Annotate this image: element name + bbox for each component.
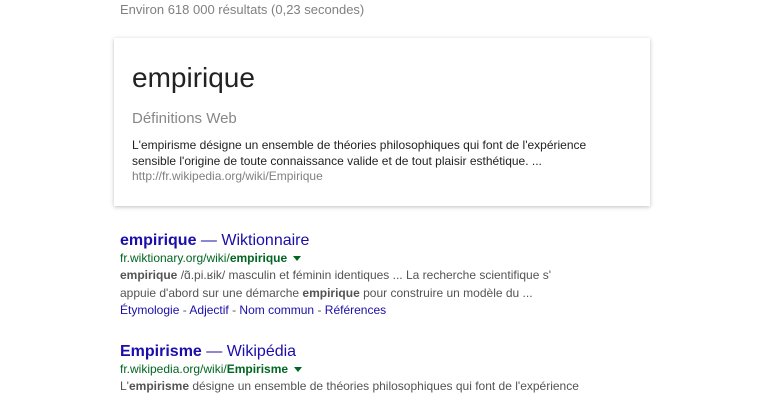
result-title-link[interactable]: empirique — Wiktionnaire — [120, 231, 640, 250]
snippet-text: L' — [120, 379, 129, 393]
definition-term: empirique — [132, 62, 255, 93]
snippet-bold: empirisme — [128, 379, 189, 393]
result-url-prefix: fr.wiktionary.org/wiki/ — [120, 251, 230, 265]
definition-text: L'empirisme désigne un ensemble de théor… — [132, 138, 587, 168]
sitelink-etymologie[interactable]: Étymologie — [120, 303, 179, 317]
result-title-bold[interactable]: Empirisme — [120, 343, 202, 360]
result-url: fr.wiktionary.org/wiki/empirique — [120, 251, 640, 266]
result-sitelinks: Étymologie - Adjectif - Nom commun - Réf… — [120, 302, 640, 318]
result-url: fr.wikipedia.org/wiki/Empirisme — [120, 362, 640, 377]
snippet-text: /ɑ̃.pi.ʁik/ masculin et féminin identiqu… — [177, 268, 551, 282]
snippet-bold: empirique — [302, 286, 360, 300]
sitelink-separator: - — [179, 303, 190, 317]
result-title-rest[interactable]: — Wikipédia — [202, 343, 296, 360]
result-url-bold: Empirisme — [226, 362, 289, 376]
sitelink-references[interactable]: Références — [325, 303, 386, 317]
search-result-2: Empirisme — Wikipédia fr.wikipedia.org/w… — [120, 342, 640, 395]
result-snippet: L'empirisme désigne un ensemble de théor… — [120, 377, 600, 395]
result-title-link[interactable]: Empirisme — Wikipédia — [120, 342, 640, 361]
snippet-text: appuie d'abord sur une démarche — [120, 286, 303, 300]
snippet-bold: empirique — [120, 268, 178, 282]
result-url-prefix: fr.wikipedia.org/wiki/ — [120, 362, 227, 376]
definition-card: empirique Définitions Web L'empirisme dé… — [114, 38, 650, 206]
sitelink-adjectif[interactable]: Adjectif — [189, 303, 228, 317]
chevron-down-icon[interactable] — [293, 256, 302, 262]
search-result-1: empirique — Wiktionnaire fr.wiktionary.o… — [120, 231, 640, 318]
result-stats: Environ 618 000 résultats (0,23 secondes… — [120, 2, 365, 17]
definition-url[interactable]: http://fr.wikipedia.org/wiki/Empirique — [132, 169, 323, 183]
snippet-text: désigne un ensemble de théories philosop… — [189, 379, 579, 393]
sitelink-separator: - — [314, 303, 325, 317]
snippet-text: pour construire un modèle du ... — [359, 286, 533, 300]
definition-source-title: Définitions Web — [132, 110, 237, 127]
result-snippet: empirique /ɑ̃.pi.ʁik/ masculin et fémini… — [120, 266, 600, 302]
sitelink-separator: - — [228, 303, 240, 317]
result-title-bold[interactable]: empirique — [120, 232, 196, 249]
sitelink-nom-commun[interactable]: Nom commun — [239, 303, 314, 317]
chevron-down-icon[interactable] — [294, 367, 303, 373]
result-title-rest[interactable]: — Wiktionnaire — [196, 232, 309, 249]
result-url-bold: empirique — [229, 251, 288, 265]
